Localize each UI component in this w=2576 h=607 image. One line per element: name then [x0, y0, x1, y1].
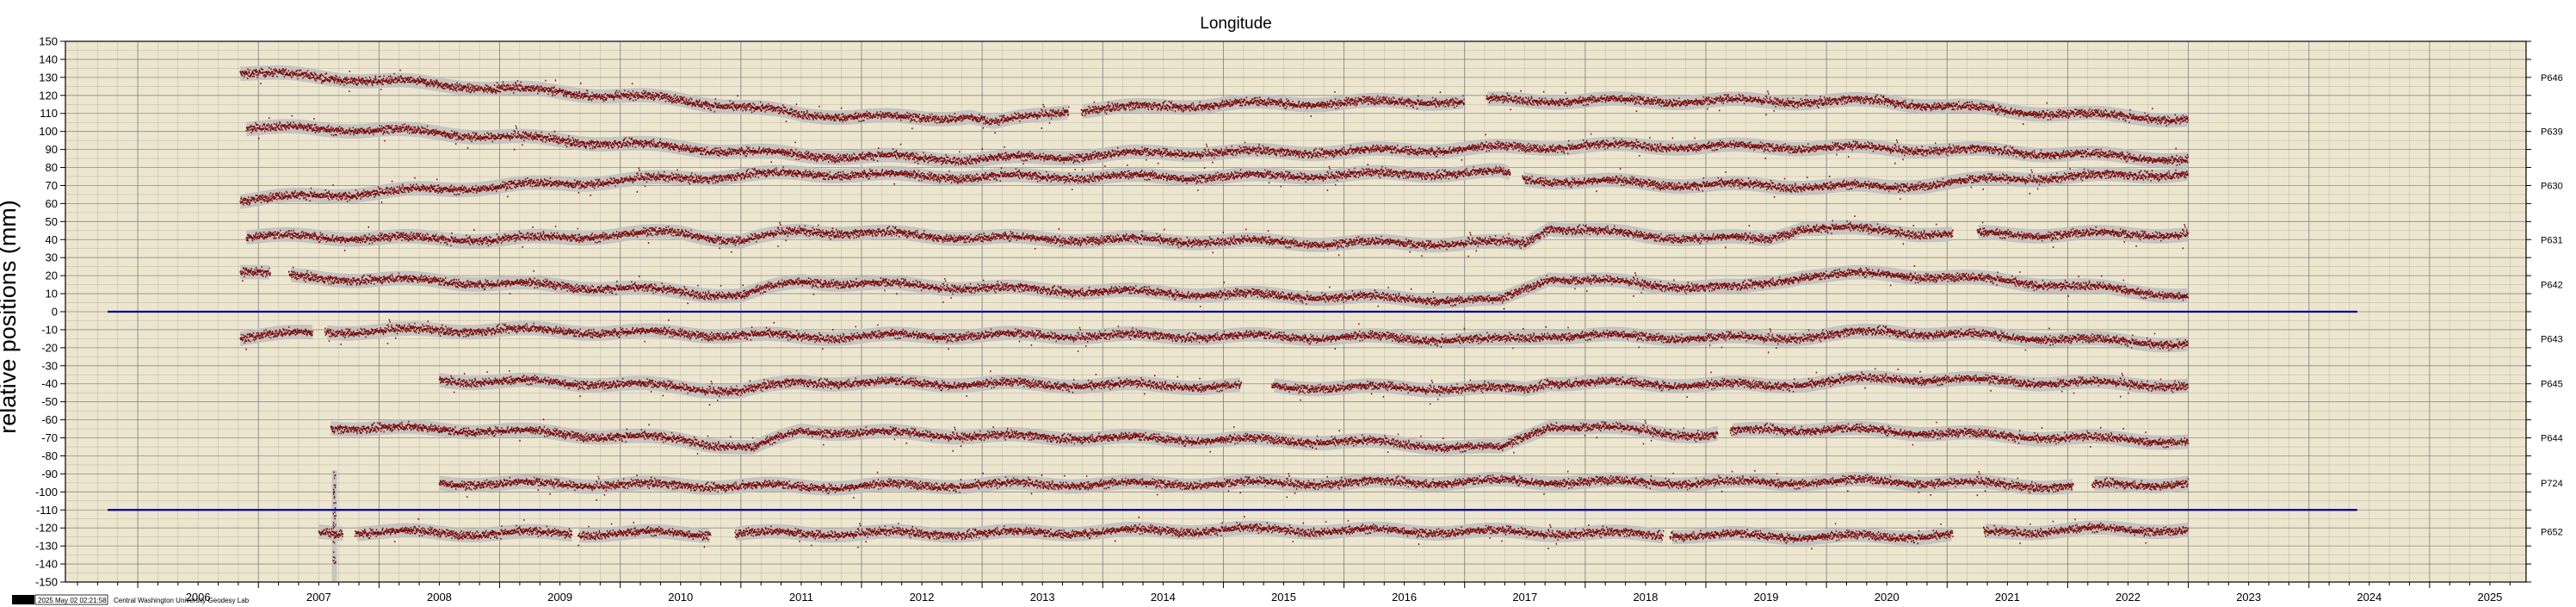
y-tick-label: -70 [41, 431, 58, 444]
chart-title: Longitude [1200, 15, 1271, 33]
y-tick-label: 130 [39, 71, 58, 84]
y-tick-label: 0 [52, 306, 58, 319]
y-axis-label: relative positions (mm) [0, 200, 21, 434]
credit: Central Washington University Geodesy La… [114, 597, 250, 604]
x-tick-label: 2007 [306, 591, 331, 604]
y-tick-label: -100 [35, 486, 58, 499]
station-label-p642: P642 [2541, 281, 2563, 291]
station-label-p631: P631 [2541, 235, 2563, 245]
y-tick-label: 50 [46, 215, 58, 228]
y-tick-label: 110 [40, 107, 58, 120]
station-label-p652: P652 [2541, 527, 2563, 537]
y-tick-label: -80 [41, 449, 58, 462]
y-tick-label: -50 [41, 395, 58, 408]
y-tick-label: 10 [46, 288, 58, 300]
station-label-p630: P630 [2541, 181, 2563, 191]
x-tick-label: 2018 [1633, 591, 1658, 604]
footer: GMT 2025 May 02 02:21:58 Central Washing… [12, 594, 250, 605]
y-tick-label: -90 [41, 468, 58, 480]
x-tick-label: 2011 [789, 591, 813, 604]
y-tick-label: 90 [46, 143, 58, 156]
y-tick-label: -110 [36, 504, 58, 517]
station-label-p646: P646 [2541, 73, 2563, 84]
y-tick-label: 30 [46, 251, 58, 264]
x-tick-label: 2021 [1995, 591, 2020, 604]
x-tick-label: 2010 [668, 591, 693, 604]
x-tick-label: 2009 [547, 591, 572, 604]
station-label-p639: P639 [2541, 127, 2563, 138]
y-tick-label: 100 [39, 125, 58, 138]
y-tick-label: -150 [35, 576, 58, 589]
x-tick-label: 2023 [2236, 591, 2261, 604]
x-tick-label: 2020 [1875, 591, 1900, 604]
timeseries-chart: 1501401301201101009080706050403020100-10… [0, 15, 2563, 605]
y-tick-label: 60 [46, 197, 58, 210]
x-tick-label: 2014 [1151, 591, 1176, 604]
y-tick-label: 40 [46, 233, 58, 246]
y-tick-label: 80 [46, 161, 58, 174]
gmt-badge-text: GMT [15, 596, 32, 604]
y-tick-label: -40 [41, 377, 58, 390]
x-tick-label: 2022 [2116, 591, 2140, 604]
x-tick-label: 2016 [1392, 591, 1417, 604]
y-tick-label: 20 [46, 269, 58, 282]
y-tick-label: 140 [39, 53, 58, 65]
y-tick-label: -30 [41, 359, 58, 372]
y-tick-label: -130 [35, 540, 58, 553]
x-tick-label: 2024 [2357, 591, 2381, 604]
x-tick-label: 2015 [1271, 591, 1296, 604]
station-label-p724: P724 [2541, 479, 2563, 489]
x-tick-label: 2013 [1030, 591, 1055, 604]
x-tick-label: 2017 [1512, 591, 1537, 604]
station-label-p644: P644 [2541, 434, 2563, 444]
x-tick-label: 2019 [1754, 591, 1779, 604]
x-tick-label: 2025 [2477, 591, 2502, 604]
station-labels: P646 P639 P630 P631 P642 P643 P645 P644 P724 P652 [2541, 73, 2563, 538]
y-tick-label: 70 [46, 179, 58, 192]
station-label-p645: P645 [2541, 380, 2563, 390]
y-tick-label: -20 [41, 341, 58, 354]
y-tick-label: 150 [39, 35, 58, 48]
y-tick-label: -60 [41, 413, 58, 426]
y-tick-label: -140 [35, 558, 58, 571]
x-tick-label: 2008 [427, 591, 452, 604]
y-tick-label: 120 [39, 89, 58, 102]
x-tick-label: 2012 [910, 591, 935, 604]
timestamp: 2025 May 02 02:21:58 [38, 597, 107, 604]
y-tick-label: -10 [41, 323, 58, 336]
y-tick-label: -120 [35, 522, 58, 535]
station-label-p643: P643 [2541, 334, 2563, 344]
